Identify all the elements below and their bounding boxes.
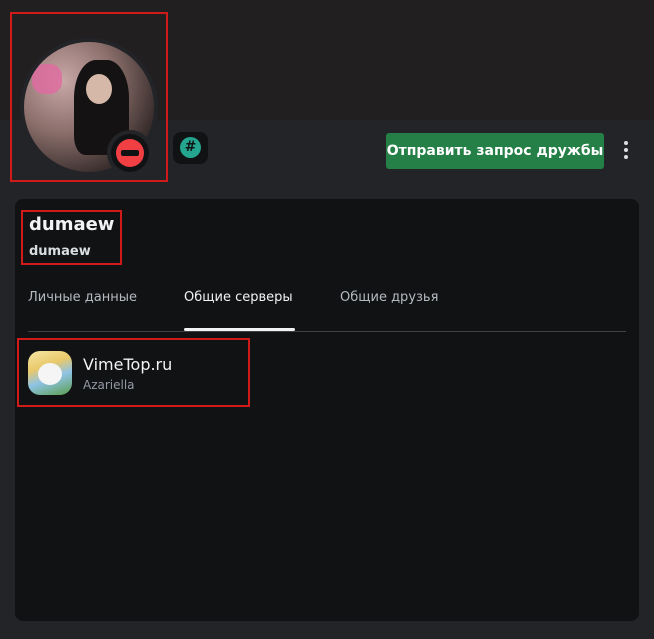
tabs-divider (28, 331, 626, 332)
more-vertical-icon[interactable] (617, 138, 635, 164)
tab-mutual-servers[interactable]: Общие серверы (184, 290, 293, 305)
highlight-box-server (17, 338, 250, 407)
highlight-box-avatar (10, 12, 168, 182)
hashtag-icon: # (180, 137, 201, 158)
tab-personal-info[interactable]: Личные данные (28, 290, 137, 305)
active-tab-indicator (184, 328, 295, 331)
tab-mutual-friends[interactable]: Общие друзья (340, 290, 438, 305)
highlight-box-name (21, 210, 122, 265)
send-friend-request-button[interactable]: Отправить запрос дружбы (386, 133, 604, 169)
